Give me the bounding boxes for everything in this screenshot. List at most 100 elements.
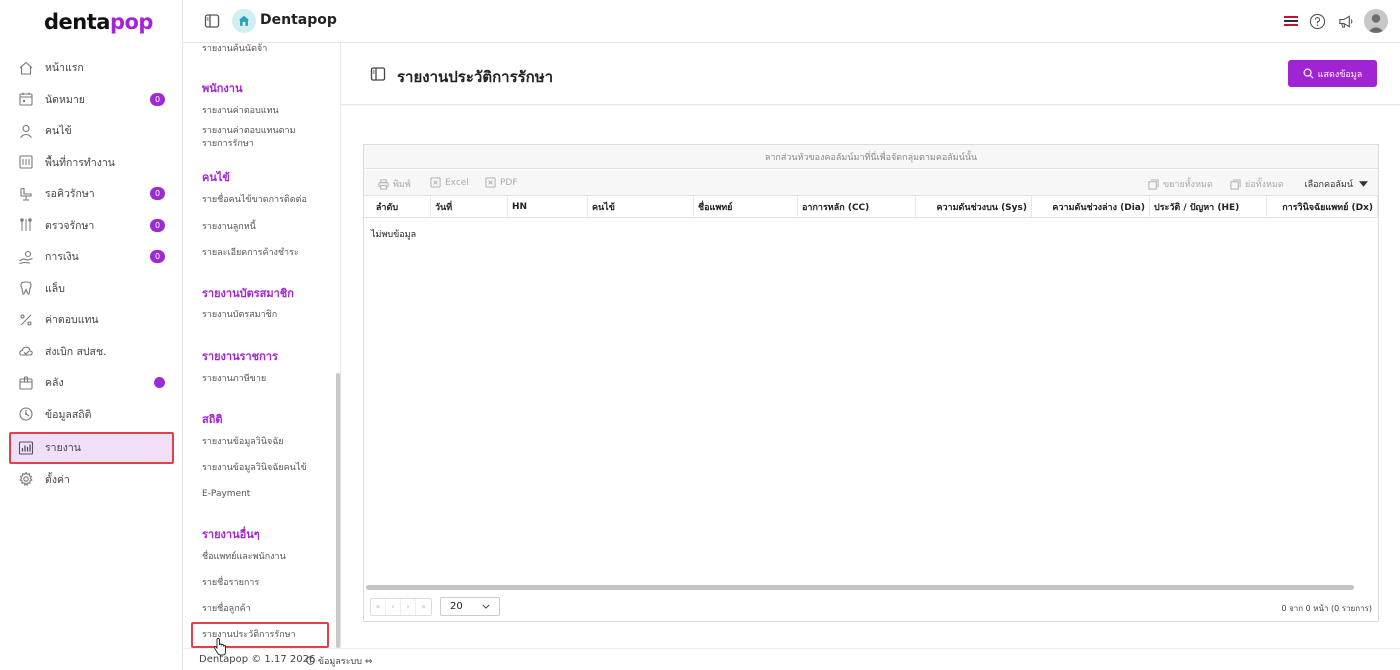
- footer: Dentapop © 1.17 2026 ข้อมูลระบบ ⇔: [183, 648, 1400, 670]
- megaphone-icon[interactable]: [1336, 12, 1354, 30]
- show-data-button[interactable]: แสดงข้อมูล: [1288, 60, 1377, 87]
- page-info: 0 จาก 0 หน้า (0 รายการ): [1281, 604, 1372, 613]
- topbar: Dentapop: [183, 0, 1400, 43]
- report-data-grid: ลากส่วนหัวของคอลัมน์มาที่นี่เพื่อจัดกลุ่…: [363, 144, 1379, 622]
- next-page-button[interactable]: ›: [401, 598, 416, 615]
- sidebar-item-8[interactable]: ค่าตอบแทน: [0, 304, 183, 336]
- thai-flag-icon[interactable]: [1284, 16, 1298, 26]
- report-item[interactable]: รายงานข้อมูลวินิจฉัยคนไข้: [202, 462, 322, 475]
- sidebar-item-label: รอคิวรักษา: [45, 188, 95, 201]
- report-item[interactable]: รายงานค่าตอบแทนตามรายการรักษา: [202, 125, 322, 151]
- report-item[interactable]: รายชื่อคนไข้ขาดการติดต่อ: [202, 194, 322, 207]
- page-size-select[interactable]: 20: [440, 597, 500, 616]
- excel-icon: [430, 177, 441, 188]
- sidebar-item-label: หน้าแรก: [45, 62, 84, 75]
- report-menu-scrollbar[interactable]: [336, 373, 340, 648]
- info-icon: [306, 656, 315, 665]
- print-button[interactable]: พิมพ์: [378, 177, 411, 191]
- tools-icon: [18, 217, 34, 233]
- system-info-link[interactable]: ข้อมูลระบบ ⇔: [306, 654, 372, 668]
- report-item[interactable]: ชื่อแพทย์และพนักงาน: [202, 551, 322, 564]
- column-header[interactable]: ประวัติ / ปัญหา (HE): [1150, 196, 1267, 218]
- sidebar-item-12[interactable]: รายงาน: [9, 432, 174, 464]
- workspace-icon: [18, 154, 34, 170]
- sidebar-item-9[interactable]: ส่งเบิก สปสช.: [0, 336, 183, 368]
- group-panel[interactable]: ลากส่วนหัวของคอลัมน์มาที่นี่เพื่อจัดกลุ่…: [364, 145, 1378, 169]
- report-item-selected[interactable]: รายงานประวัติการรักษา: [191, 622, 329, 648]
- report-item[interactable]: รายชื่อลูกค้า: [202, 603, 322, 616]
- report-item[interactable]: รายงานภาษีขาย: [202, 373, 322, 386]
- last-page-button[interactable]: »: [416, 599, 431, 615]
- sidebar-toggle-icon[interactable]: [204, 13, 220, 29]
- report-item[interactable]: รายชื่อรายการ: [202, 577, 322, 590]
- group-panel-hint: ลากส่วนหัวของคอลัมน์มาที่นี่เพื่อจัดกลุ่…: [764, 152, 978, 163]
- caret-down-icon: [1359, 181, 1368, 187]
- cloud-icon: [18, 343, 34, 359]
- column-header[interactable]: ชื่อแพทย์: [694, 196, 798, 218]
- report-item[interactable]: E-Payment: [202, 488, 322, 501]
- home-icon: [18, 60, 34, 76]
- count-badge: 0: [150, 187, 165, 200]
- sidebar-item-4[interactable]: รอคิวรักษา 0: [0, 178, 183, 210]
- sidebar-item-7[interactable]: แล็บ: [0, 273, 183, 305]
- user-avatar[interactable]: [1364, 9, 1388, 33]
- search-icon: [1303, 68, 1314, 79]
- prev-page-button[interactable]: ‹: [386, 598, 401, 615]
- pdf-label: PDF: [500, 177, 518, 188]
- sidebar-item-label: ข้อมูลสถิติ: [45, 408, 92, 421]
- sidebar-item-11[interactable]: ข้อมูลสถิติ: [0, 399, 183, 431]
- panel-icon: [370, 66, 386, 82]
- sidebar-item-label: นัดหมาย: [45, 93, 85, 106]
- horizontal-scrollbar[interactable]: [366, 585, 1354, 590]
- sidebar-item-0[interactable]: หน้าแรก: [0, 52, 183, 84]
- user-icon: [18, 123, 34, 139]
- system-info-label: ข้อมูลระบบ: [317, 657, 362, 667]
- column-header[interactable]: ความดันช่วงบน (Sys): [916, 196, 1032, 218]
- dental-chair-icon: [18, 186, 34, 202]
- report-section-heading: รายงานบัตรสมาชิก: [202, 287, 294, 300]
- hand-cursor-icon: [213, 638, 226, 656]
- sidebar-item-13[interactable]: ตั้งค่า: [0, 464, 183, 496]
- report-chart-icon: [18, 440, 34, 456]
- collapse-all-button[interactable]: ย่อทั้งหมด: [1230, 177, 1284, 191]
- report-item[interactable]: รายงานค่าตอบแทน: [202, 105, 322, 118]
- column-header[interactable]: ลำดับ: [364, 196, 431, 218]
- column-chooser-dropdown[interactable]: เลือกคอลัมน์: [1305, 177, 1368, 191]
- report-item[interactable]: รายงานค้นนัดจ้า: [202, 43, 322, 56]
- sidebar-item-3[interactable]: พื้นที่การทำงาน: [0, 147, 183, 179]
- report-submenu: รายงานค้นนัดจ้า พนักงาน รายงานค่าตอบแทน ราย…: [183, 43, 341, 648]
- first-page-button[interactable]: «: [371, 598, 386, 615]
- stats-icon: [18, 406, 34, 422]
- show-data-label: แสดงข้อมูล: [1317, 69, 1363, 80]
- report-item[interactable]: รายงานข้อมูลวินิจฉัย: [202, 436, 322, 449]
- sidebar-item-label: คลัง: [45, 377, 64, 390]
- excel-label: Excel: [445, 177, 469, 188]
- sidebar-item-1[interactable]: นัดหมาย 0: [0, 84, 183, 116]
- column-header[interactable]: อาการหลัก (CC): [798, 196, 916, 218]
- sidebar-item-2[interactable]: คนไข้: [0, 115, 183, 147]
- report-item[interactable]: รายละเอียดการค้างชำระ: [202, 247, 322, 260]
- column-header[interactable]: วันที่: [431, 196, 508, 218]
- column-header[interactable]: คนไข้: [588, 196, 694, 218]
- expand-all-button[interactable]: ขยายทั้งหมด: [1148, 177, 1213, 191]
- report-section-heading: รายงานราชการ: [202, 350, 278, 363]
- report-item[interactable]: รายงานบัตรสมาชิก: [202, 309, 322, 322]
- dentapop-logo[interactable]: dentapop: [44, 10, 153, 34]
- help-icon[interactable]: [1308, 12, 1326, 30]
- report-section-heading: รายงานอื่นๆ: [202, 528, 260, 541]
- grid-toolbar: พิมพ์ Excel PDF ขยายทั้งหมด ย่อทั้งหมด เ…: [364, 170, 1378, 196]
- sidebar-item-6[interactable]: การเงิน 0: [0, 241, 183, 273]
- sidebar-item-label: แล็บ: [45, 282, 65, 295]
- count-badge: 0: [150, 92, 165, 106]
- column-header[interactable]: ความดันช่วงล่าง (Dia): [1032, 196, 1150, 218]
- sidebar-item-10[interactable]: คลัง: [0, 367, 183, 399]
- report-item[interactable]: รายงานลูกหนี้: [202, 221, 322, 234]
- column-header[interactable]: HN: [508, 196, 588, 218]
- sidebar-item-5[interactable]: ตรวจรักษา 0: [0, 210, 183, 242]
- column-header[interactable]: การวินิจฉัยแพทย์ (Dx): [1267, 196, 1378, 218]
- pdf-button[interactable]: PDF: [485, 177, 518, 188]
- chevron-down-icon: [482, 604, 490, 609]
- excel-button[interactable]: Excel: [430, 177, 469, 188]
- logo-main-text: denta: [44, 10, 110, 34]
- expand-all-label: ขยายทั้งหมด: [1163, 180, 1213, 190]
